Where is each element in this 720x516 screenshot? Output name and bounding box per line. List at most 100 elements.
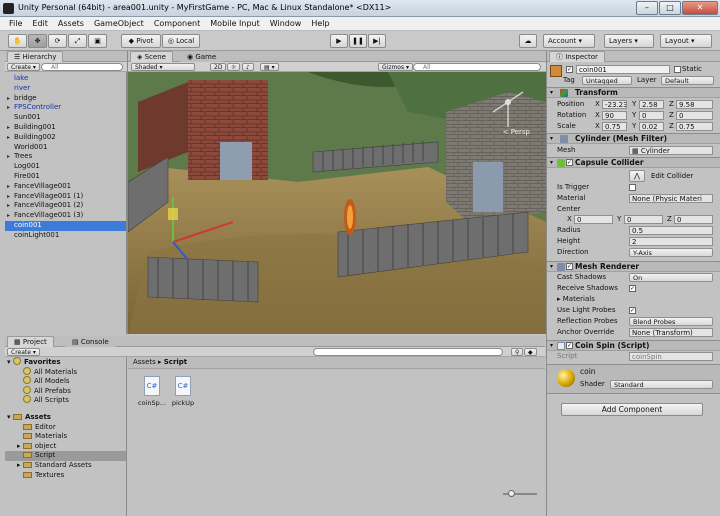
materials-foldout[interactable]: ▸ Materials xyxy=(557,294,595,304)
hierarchy-item[interactable]: ▸ bridge xyxy=(5,94,126,104)
shading-dropdown[interactable]: Shaded ▾ xyxy=(131,63,195,71)
mesh-field[interactable]: ▦ Cylinder xyxy=(629,146,713,155)
hand-tool-icon[interactable]: ✋ xyxy=(8,34,27,48)
hierarchy-item[interactable]: ▸ FanceVillage001 (1) xyxy=(5,192,126,202)
menu-mobile-input[interactable]: Mobile Input xyxy=(205,17,265,30)
project-create-button[interactable]: Create ▾ xyxy=(7,348,40,356)
hierarchy-item[interactable]: ▸ FanceVillage001 xyxy=(5,182,126,192)
rotate-tool-icon[interactable]: ⟳ xyxy=(48,34,67,48)
static-checkbox[interactable] xyxy=(674,66,681,73)
pause-button[interactable]: ❚❚ xyxy=(349,34,367,48)
reflection-probes-dropdown[interactable]: Blend Probes xyxy=(629,317,713,326)
center-x-field[interactable]: 0 xyxy=(574,215,613,224)
close-button[interactable]: ✕ xyxy=(682,1,718,15)
direction-dropdown[interactable]: Y-Axis xyxy=(629,248,713,257)
transform-z-field[interactable]: 0.75 xyxy=(676,122,713,131)
mesh-renderer-header[interactable]: ▾ ✓ Mesh Renderer xyxy=(547,261,720,272)
hierarchy-item[interactable]: ▸ Trees xyxy=(5,152,126,162)
transform-y-field[interactable]: 0.02 xyxy=(639,122,664,131)
shader-dropdown[interactable]: Standard xyxy=(610,380,713,389)
capsule-collider-header[interactable]: ▾ ✓ Capsule Collider xyxy=(547,157,720,168)
menu-help[interactable]: Help xyxy=(306,17,334,30)
lighting-icon[interactable]: ☼ xyxy=(227,63,241,71)
hierarchy-item[interactable]: ▸ FPSController xyxy=(5,103,126,113)
cast-shadows-dropdown[interactable]: On xyxy=(629,273,713,282)
hierarchy-item[interactable]: Log001 xyxy=(5,162,126,172)
transform-y-field[interactable]: 2.58 xyxy=(639,100,664,109)
transform-z-field[interactable]: 9.58 xyxy=(676,100,713,109)
hierarchy-item[interactable]: river xyxy=(5,84,126,94)
transform-x-field[interactable]: -23.237 xyxy=(602,100,627,109)
scene-viewport[interactable]: < Persp xyxy=(128,72,546,334)
anchor-override-field[interactable]: None (Transform) xyxy=(629,328,713,337)
active-checkbox[interactable]: ✓ xyxy=(566,66,573,73)
transform-x-field[interactable]: 90 xyxy=(602,111,627,120)
mode-2d-toggle[interactable]: 2D xyxy=(210,63,227,71)
step-button[interactable]: ▶| xyxy=(368,34,386,48)
favorite-all-materials[interactable]: All Materials xyxy=(5,366,126,377)
tab-project[interactable]: ▦ Project xyxy=(7,336,54,347)
radius-field[interactable]: 0.5 xyxy=(629,226,713,235)
scene-search-input[interactable]: All xyxy=(413,63,541,71)
favorite-all-models[interactable]: All Models xyxy=(5,376,126,386)
account-dropdown[interactable]: Account ▾ xyxy=(543,34,595,48)
renderer-enabled-checkbox[interactable]: ✓ xyxy=(566,263,573,270)
layout-dropdown[interactable]: Layout ▾ xyxy=(660,34,712,48)
hierarchy-item[interactable]: World001 xyxy=(5,143,126,153)
menu-gameobject[interactable]: GameObject xyxy=(89,17,149,30)
folder-script[interactable]: Script xyxy=(5,451,126,461)
add-component-button[interactable]: Add Component xyxy=(561,403,703,416)
slider-handle[interactable] xyxy=(508,490,515,497)
layers-dropdown[interactable]: Layers ▾ xyxy=(604,34,654,48)
menu-edit[interactable]: Edit xyxy=(27,17,53,30)
hierarchy-item[interactable]: coinLight001 xyxy=(5,231,126,241)
physic-material-field[interactable]: None (Physic Materi xyxy=(629,194,713,203)
script-enabled-checkbox[interactable]: ✓ xyxy=(566,342,573,349)
receive-shadows-checkbox[interactable]: ✓ xyxy=(629,285,636,292)
menu-assets[interactable]: Assets xyxy=(53,17,89,30)
hierarchy-item[interactable]: Sun001 xyxy=(5,113,126,123)
script-field[interactable]: coinSpin xyxy=(629,352,713,361)
hierarchy-item[interactable]: ▸ Building002 xyxy=(5,133,126,143)
effects-icon[interactable]: ▤ ▾ xyxy=(260,63,279,71)
expand-arrow-icon[interactable]: ▸ xyxy=(7,152,10,162)
folder-materials[interactable]: Materials xyxy=(5,432,126,442)
favorite-all-prefabs[interactable]: All Prefabs xyxy=(5,385,126,396)
light-probes-checkbox[interactable]: ✓ xyxy=(629,307,636,314)
breadcrumb-assets[interactable]: Assets xyxy=(133,358,156,366)
expand-arrow-icon[interactable]: ▸ xyxy=(7,103,10,113)
asset-coinspin[interactable]: C# coinSp... xyxy=(137,376,167,407)
mesh-filter-header[interactable]: ▾ Cylinder (Mesh Filter) xyxy=(547,133,720,144)
hierarchy-item[interactable]: ▸ FanceVillage001 (3) xyxy=(5,211,126,221)
transform-header[interactable]: ▾ Transform xyxy=(547,87,720,98)
asset-pickup[interactable]: C# pickUp xyxy=(168,376,198,407)
maximize-button[interactable]: □ xyxy=(659,1,681,15)
transform-z-field[interactable]: 0 xyxy=(676,111,713,120)
tab-game[interactable]: ◉ Game xyxy=(180,51,224,62)
favorites-header[interactable]: ▾ Favorites xyxy=(5,357,126,367)
folder-object[interactable]: ▸ object xyxy=(5,442,126,452)
menu-window[interactable]: Window xyxy=(265,17,307,30)
coin-spin-script-header[interactable]: ▾ ✓ Coin Spin (Script) xyxy=(547,340,720,351)
gizmos-dropdown[interactable]: Gizmos ▾ xyxy=(378,63,414,71)
collider-enabled-checkbox[interactable]: ✓ xyxy=(566,159,573,166)
play-button[interactable]: ▶ xyxy=(330,34,348,48)
label-filter-icon[interactable]: ◆ xyxy=(524,348,537,356)
hierarchy-item[interactable]: coin001 xyxy=(5,220,126,231)
pivot-toggle[interactable]: ◆ Pivot xyxy=(121,34,161,48)
expand-arrow-icon[interactable]: ▸ xyxy=(7,192,10,202)
expand-arrow-icon[interactable]: ▸ xyxy=(7,182,10,192)
cloud-button[interactable]: ☁ xyxy=(519,34,537,48)
layer-dropdown[interactable]: Default xyxy=(661,76,714,85)
project-search-input[interactable] xyxy=(313,348,503,356)
expand-arrow-icon[interactable]: ▸ xyxy=(7,133,10,143)
hierarchy-item[interactable]: ▸ Building001 xyxy=(5,123,126,133)
favorite-all-scripts[interactable]: All Scripts xyxy=(5,395,126,405)
transform-x-field[interactable]: 0.75 xyxy=(602,122,627,131)
minimize-button[interactable]: – xyxy=(636,1,658,15)
filter-icon[interactable]: ⚲ xyxy=(511,348,524,356)
tab-inspector[interactable]: ⓘ Inspector xyxy=(549,51,605,62)
local-toggle[interactable]: ◎ Local xyxy=(162,34,200,48)
assets-header[interactable]: ▾ Assets xyxy=(5,413,126,423)
audio-icon[interactable]: ♪ xyxy=(242,63,254,71)
